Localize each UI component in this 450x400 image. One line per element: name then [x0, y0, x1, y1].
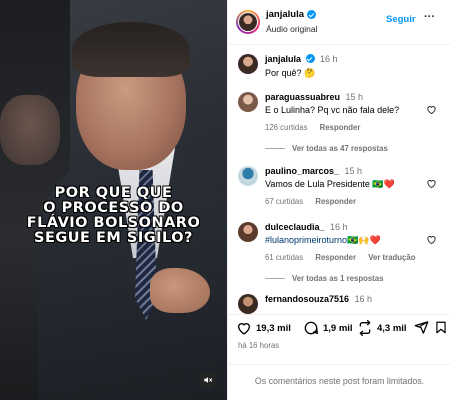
- overlay-line: SEGUE EM SIGILO?: [34, 230, 193, 246]
- verified-badge-icon: [305, 54, 315, 63]
- view-replies-button[interactable]: Ver todas as 1 respostas: [265, 274, 383, 283]
- post-video[interactable]: POR QUE QUE O PROCESSO DO FLÁVIO BOLSONA…: [0, 0, 227, 400]
- more-options-button[interactable]: ···: [424, 11, 435, 23]
- caption-username[interactable]: janjalula: [265, 54, 301, 64]
- comment-likes-count[interactable]: 61 curtidas: [265, 253, 303, 262]
- comment-header: dulceclaudia_ 16 h: [265, 222, 348, 232]
- comment-action[interactable]: 1,9 mil: [303, 320, 353, 336]
- comment-meta: 126 curtidas Responder: [265, 123, 370, 132]
- comment-time: 16 h: [354, 294, 373, 304]
- comment-avatar[interactable]: [238, 294, 258, 314]
- author-username-row: janjalula: [266, 9, 317, 20]
- comment-likes-count[interactable]: 67 curtidas: [265, 197, 303, 206]
- caption-time: 16 h: [320, 54, 338, 64]
- comment-time: 15 h: [345, 92, 364, 102]
- overlay-line: POR QUE QUE: [54, 185, 173, 201]
- speaker-muted-icon: [204, 377, 213, 383]
- post-side-panel: janjalula Áudio original Seguir ··· janj…: [227, 0, 450, 400]
- comment-reply-button[interactable]: Responder: [320, 123, 361, 132]
- video-overlay-caption: POR QUE QUE O PROCESSO DO FLÁVIO BOLSONA…: [0, 186, 227, 246]
- comment-likes-count[interactable]: 126 curtidas: [265, 123, 307, 132]
- overlay-line: FLÁVIO BOLSONARO: [26, 215, 201, 231]
- like-count[interactable]: 19,3 mil: [256, 323, 291, 334]
- comment-count[interactable]: 1,9 mil: [323, 323, 353, 334]
- comment-avatar[interactable]: [238, 222, 258, 242]
- author-username[interactable]: janjalula: [266, 9, 304, 20]
- comment-username[interactable]: dulceclaudia_: [265, 222, 325, 232]
- post-actions-bar: 19,3 mil 1,9 mil 4,3 mil há 16 horas: [228, 314, 450, 364]
- comment-header: paulino_marcos_ 15 h: [265, 166, 362, 176]
- video-subject-hair: [72, 22, 190, 77]
- comment-avatar[interactable]: [238, 166, 258, 186]
- heart-outline-icon: [427, 180, 436, 189]
- translate-button[interactable]: Ver tradução: [368, 253, 415, 262]
- comment-meta: 67 curtidas Responder: [265, 197, 366, 206]
- hashtag-link[interactable]: #lulanoprimeiroturno🇧🇷🙌❤️: [265, 235, 381, 245]
- comment-header: fernandosouza7516 16 h: [265, 294, 372, 304]
- comment-meta: 61 curtidas Responder Ver tradução: [265, 253, 425, 262]
- comment-bubble-icon: [304, 321, 318, 335]
- comment-time: 16 h: [330, 222, 348, 232]
- author-avatar[interactable]: [236, 10, 260, 34]
- follow-button[interactable]: Seguir: [386, 14, 416, 25]
- bookmark-icon: [436, 321, 446, 334]
- view-replies-label: Ver todas as 1 respostas: [292, 274, 384, 283]
- caption-avatar[interactable]: [238, 54, 258, 74]
- comment-username[interactable]: paraguassuabreu: [265, 92, 340, 102]
- comment-text: Vamos de Lula Presidente 🇧🇷❤️: [265, 179, 395, 189]
- comment-text: E o Lulinha? Pq vc não fala dele?: [265, 105, 400, 115]
- video-background-person: [0, 95, 60, 165]
- divider-line: [265, 148, 285, 149]
- comment-header: paraguassuabreu 15 h: [265, 92, 363, 102]
- comment-like-button[interactable]: [426, 104, 438, 116]
- send-paper-plane-icon: [414, 321, 429, 334]
- view-replies-label: Ver todas as 47 respostas: [292, 144, 388, 153]
- audio-link[interactable]: Áudio original: [266, 24, 318, 34]
- repost-icon: [359, 320, 371, 336]
- repost-count[interactable]: 4,3 mil: [377, 323, 407, 334]
- verified-badge-icon: [307, 10, 317, 19]
- heart-outline-icon: [427, 106, 436, 115]
- overlay-line: O PROCESSO DO: [43, 200, 184, 216]
- like-action[interactable]: 19,3 mil: [236, 320, 291, 336]
- view-replies-button[interactable]: Ver todas as 47 respostas: [265, 144, 388, 153]
- post-header: janjalula Áudio original Seguir ···: [228, 0, 450, 45]
- heart-outline-icon: [427, 236, 436, 245]
- comment-like-button[interactable]: [426, 234, 438, 246]
- comment-like-button[interactable]: [426, 178, 438, 190]
- instagram-post-modal: POR QUE QUE O PROCESSO DO FLÁVIO BOLSONA…: [0, 0, 450, 400]
- caption-header: janjalula 16 h: [265, 54, 338, 64]
- post-timestamp[interactable]: há 16 horas: [238, 341, 279, 350]
- repost-action[interactable]: 4,3 mil: [357, 320, 407, 336]
- comment-username[interactable]: paulino_marcos_: [265, 166, 339, 176]
- video-subject-hand: [150, 268, 210, 313]
- comment-reply-button[interactable]: Responder: [315, 253, 356, 262]
- heart-outline-icon: [237, 323, 251, 335]
- comment-time: 15 h: [344, 166, 363, 176]
- comment-text: #lulanoprimeiroturno🇧🇷🙌❤️: [265, 235, 381, 246]
- mute-button[interactable]: [199, 371, 217, 389]
- comment-username[interactable]: fernandosouza7516: [265, 294, 349, 304]
- divider-line: [265, 278, 285, 279]
- share-action[interactable]: [414, 320, 429, 335]
- caption-text: Por quê? 🤔: [265, 68, 316, 78]
- comments-list[interactable]: janjalula 16 h Por quê? 🤔 paraguassuabre…: [228, 46, 450, 314]
- comment-reply-button[interactable]: Responder: [315, 197, 356, 206]
- save-action[interactable]: [434, 320, 448, 335]
- comments-limited-notice: Os comentários neste post foram limitado…: [228, 364, 450, 400]
- comment-avatar[interactable]: [238, 92, 258, 112]
